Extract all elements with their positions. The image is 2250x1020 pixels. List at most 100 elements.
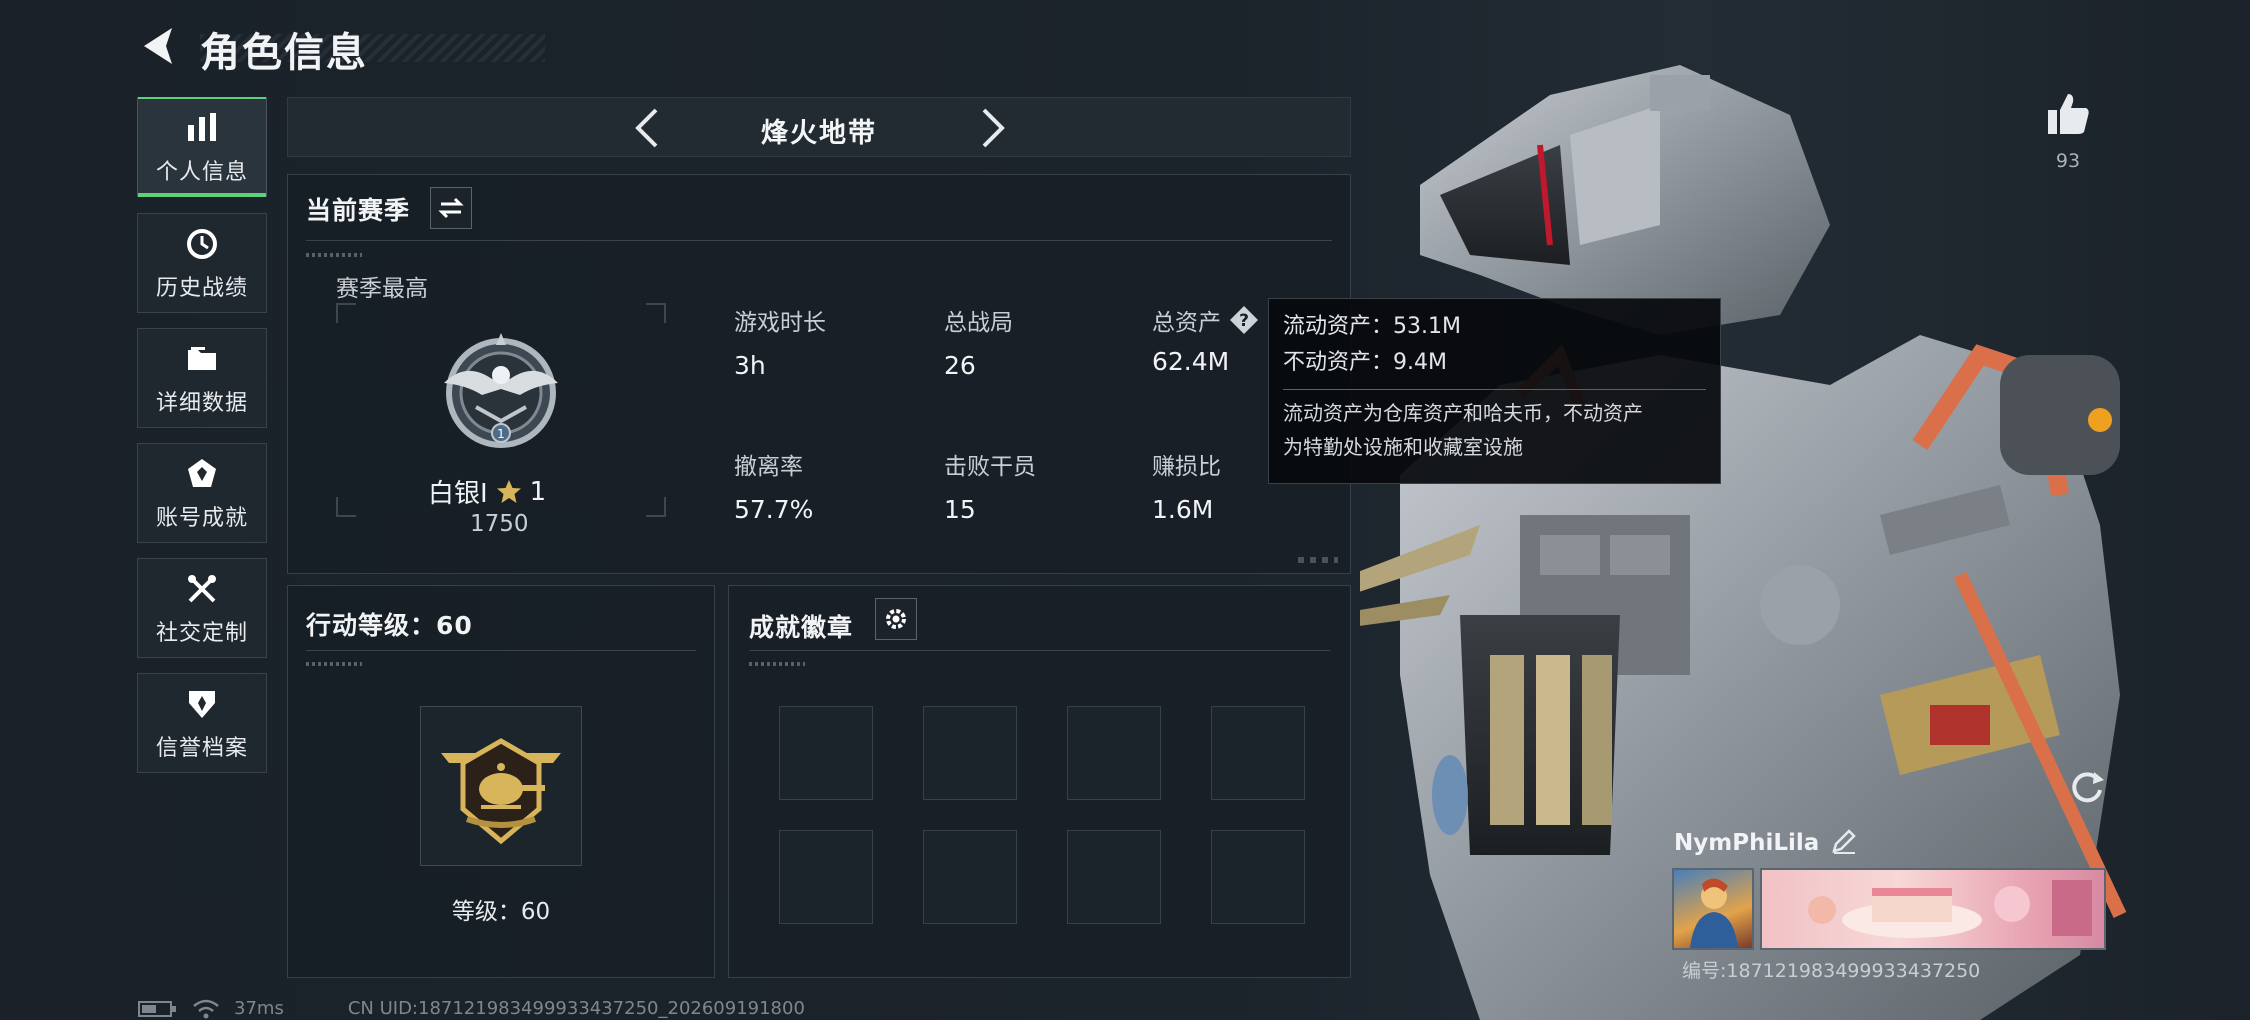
map-next-button[interactable] — [970, 106, 1014, 150]
stat-label: 总战局 — [944, 310, 1013, 336]
rank-stars: 1 — [529, 476, 547, 507]
sidebar-item-label: 个人信息 — [155, 160, 248, 185]
avatar-figure-icon — [1690, 878, 1738, 948]
sidebar-item-label: 信誉档案 — [155, 736, 248, 761]
level-text: 等级：60 — [451, 899, 551, 925]
folder-icon — [182, 339, 222, 379]
thumbs-up-icon — [2048, 94, 2089, 134]
tooltip-note-line1: 流动资产为仓库资产和哈夫币，不动资产 — [1283, 401, 1643, 425]
sidebar-item-reputation[interactable]: 信誉档案 — [137, 673, 267, 773]
sidebar-item-history[interactable]: 历史战绩 — [137, 213, 267, 313]
edit-name-button[interactable] — [1831, 828, 1857, 858]
svg-text:1: 1 — [497, 427, 505, 441]
rank-name: 白银Ⅰ — [428, 479, 488, 509]
sidebar-item-personal-info[interactable]: 个人信息 — [137, 97, 267, 197]
pencil-icon — [1832, 829, 1857, 854]
badge-slot[interactable] — [1211, 830, 1305, 924]
bar-chart-icon — [182, 108, 222, 148]
badge-settings-button[interactable] — [875, 598, 917, 640]
stat-value: 1.6M — [1152, 495, 1214, 524]
decor-dots — [306, 253, 362, 257]
page-title: 角色信息 — [200, 30, 368, 76]
stat-extraction-rate: 撤离率 57.7% — [734, 447, 813, 524]
stat-total-matches: 总战局 26 — [944, 303, 1013, 380]
tooltip-fixed-assets: 不动资产：9.4M — [1283, 350, 1447, 375]
refresh-icon — [2072, 772, 2104, 803]
badges-title: 成就徽章 — [749, 613, 854, 642]
tooltip-divider — [1283, 389, 1706, 390]
player-name: NymPhiLila — [1674, 830, 1820, 856]
switch-season-button[interactable] — [430, 187, 472, 229]
badge-slot[interactable] — [779, 830, 873, 924]
season-panel-title: 当前赛季 — [306, 196, 411, 225]
sidebar-item-social-custom[interactable]: 社交定制 — [137, 558, 267, 658]
like-button[interactable] — [2044, 90, 2092, 142]
badge-slot[interactable] — [779, 706, 873, 800]
stat-total-assets: 总资产 ? 62.4M — [1152, 303, 1259, 376]
divider — [306, 240, 1332, 241]
divider — [749, 650, 1330, 651]
back-arrow-icon — [144, 28, 172, 64]
panel-corner-decor — [1298, 557, 1338, 563]
battery-icon — [138, 1000, 176, 1017]
uid-text: CN UID:18712198349993343725​0_2026091918… — [347, 998, 805, 1019]
stat-value: 62.4M — [1152, 347, 1230, 376]
tooltip-note-line2: 为特勤处设施和收藏室设施 — [1283, 435, 1523, 459]
stat-label: 击败干员 — [944, 454, 1036, 480]
like-count: 93 — [2055, 150, 2081, 172]
star-icon — [496, 479, 521, 503]
rank-name-row: 白银Ⅰ 1 — [428, 473, 546, 510]
achievement-icon — [182, 454, 222, 494]
sidebar-item-label: 历史战绩 — [155, 276, 248, 301]
stat-value: 15 — [944, 495, 976, 524]
decor-dots — [306, 662, 362, 666]
stat-label: 总资产 — [1152, 310, 1221, 336]
badge-slot[interactable] — [1211, 706, 1305, 800]
tooltip-liquid-assets: 流动资产：53.1M — [1283, 314, 1461, 339]
help-icon[interactable]: ? — [1229, 305, 1259, 335]
stat-value: 26 — [944, 351, 976, 380]
badge-slot[interactable] — [923, 706, 1017, 800]
stat-operators-defeated: 击败干员 15 — [944, 447, 1036, 524]
map-selector: 烽火地带 — [287, 97, 1351, 157]
swap-icon — [438, 197, 464, 219]
ping-text: 37ms — [234, 998, 284, 1019]
sidebar-item-label: 账号成就 — [155, 506, 248, 531]
stat-value: 3h — [734, 351, 766, 380]
level-emblem-frame — [420, 706, 582, 866]
stat-play-time: 游戏时长 3h — [734, 303, 826, 380]
badge-slot[interactable] — [1067, 706, 1161, 800]
stat-label: 撤离率 — [734, 454, 803, 480]
achievement-badges-panel: 成就徽章 — [728, 585, 1351, 978]
player-avatar[interactable] — [1672, 868, 1754, 950]
player-name-row: NymPhiLila — [1674, 828, 1857, 858]
player-id: 编号:18712198349993343725​0 — [1682, 960, 1981, 982]
sidebar-item-detailed-data[interactable]: 详细数据 — [137, 328, 267, 428]
stat-value: 57.7% — [734, 495, 814, 524]
badge-slot[interactable] — [1067, 830, 1161, 924]
season-best-label: 赛季最高 — [336, 276, 428, 302]
stat-label: 赚损比 — [1152, 454, 1221, 480]
rank-emblem: 1 — [436, 325, 566, 459]
badge-slot[interactable] — [923, 830, 1017, 924]
svg-text:?: ? — [1239, 311, 1249, 331]
rotate-model-button[interactable] — [2066, 766, 2108, 808]
player-banner[interactable] — [1760, 868, 2106, 950]
history-clock-icon — [182, 224, 222, 264]
current-season-panel: 当前赛季 赛季最高 1 白银Ⅰ 1 1750 游戏时长 3h 总战局 26 总资… — [287, 174, 1351, 574]
decor-dots — [749, 662, 805, 666]
gear-icon — [886, 609, 906, 629]
helicopter-badge-icon — [441, 738, 561, 845]
stat-profit-loss-ratio: 赚损比 1.6M — [1152, 447, 1221, 524]
sidebar-item-achievements[interactable]: 账号成就 — [137, 443, 267, 543]
back-button[interactable] — [138, 24, 182, 68]
shield-badge-icon — [182, 684, 222, 724]
stat-label: 游戏时长 — [734, 310, 826, 336]
assets-tooltip: 流动资产：53.1M 不动资产：9.4M 流动资产为仓库资产和哈夫币，不动资产 … — [1268, 298, 1721, 484]
sidebar-item-label: 社交定制 — [155, 621, 248, 646]
silver-eagle-emblem-icon: 1 — [444, 333, 558, 448]
map-name: 烽火地带 — [761, 118, 877, 149]
sidebar-item-label: 详细数据 — [155, 391, 248, 416]
wifi-icon — [193, 999, 219, 1018]
action-level-title: 行动等级：60 — [306, 611, 473, 640]
